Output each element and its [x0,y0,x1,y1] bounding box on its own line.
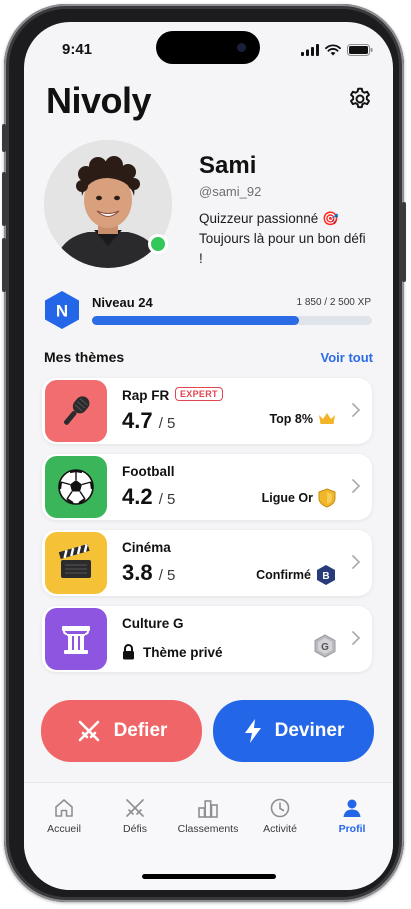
theme-card-football[interactable]: Football 4.2 / 5 Ligue Or [42,454,372,520]
guess-button-label: Deviner [274,720,345,741]
profile-name: Sami [199,152,257,179]
profile-avatar[interactable] [44,140,172,268]
theme-rank: Confirmé B [256,564,336,586]
phone-frame: 9:41 Nivoly Sami @sami_92 Quizzeur passi… [2,4,406,902]
mute-switch [2,124,6,152]
xp-progress-fill [92,316,300,325]
xp-counter: 1 850 / 2 500 XP [296,297,371,308]
theme-score: 4.2 / 5 [122,484,176,509]
crossed-swords-icon [126,799,144,817]
podium-icon [198,800,218,818]
profile-handle: @sami_92 [199,184,262,199]
grey-hexagon-icon: G [314,634,336,658]
profile-bio: Quizzeur passionné 🎯 Toujours là pour un… [199,211,366,266]
level-label: Niveau 24 [92,295,153,310]
theme-card-cinema[interactable]: Cinéma 3.8 / 5 Confirmé B [42,530,372,596]
chevron-right-icon [352,631,360,645]
see-all-link[interactable]: Voir tout [321,350,373,365]
clapperboard-icon [45,532,107,594]
tab-defis[interactable]: Défis [100,797,170,835]
gold-shield-icon [318,488,336,508]
svg-text:B: B [322,571,329,582]
guess-button[interactable]: Deviner [213,700,374,762]
theme-score: 3.8 / 5 [122,560,176,585]
status-icons [301,44,373,56]
tab-profil[interactable]: Profil [317,797,387,835]
theme-score: 4.7 / 5 [122,408,176,433]
theme-card-culture-g[interactable]: Culture G Thème privé G [42,606,372,672]
volume-up-button [2,172,6,226]
lock-icon [123,644,134,660]
theme-card-rap-fr[interactable]: Rap FR EXPERT 4.7 / 5 Top 8% [42,378,372,444]
settings-gear-icon[interactable] [347,86,373,112]
app-title: Nivoly [46,80,152,121]
clock-icon [270,798,290,818]
pillar-icon [45,608,107,670]
chevron-right-icon [352,403,360,417]
theme-name: Culture G [122,616,184,631]
tab-accueil[interactable]: Accueil [29,797,99,835]
wifi-icon [325,44,341,56]
app-screen: 9:41 Nivoly Sami @sami_92 Quizzeur passi… [24,22,393,890]
dynamic-island [156,31,260,64]
level-badge-letter: N [56,302,68,321]
lightning-icon [244,719,261,743]
crown-icon [319,413,335,424]
defy-button-label: Defier [113,720,168,741]
tab-activite[interactable]: Activité [245,797,315,835]
microphone-icon [45,380,107,442]
theme-rank: Ligue Or [262,488,336,508]
home-icon [55,799,73,817]
signal-icon [301,44,319,56]
home-indicator [142,874,276,879]
power-button [402,202,406,282]
level-hexagon-icon: N [45,291,79,329]
person-icon [343,799,361,817]
theme-name: Football [122,464,175,479]
status-bar: 9:41 [24,22,393,72]
defy-button[interactable]: Defier [41,700,202,762]
soccer-ball-icon [45,456,107,518]
status-time: 9:41 [62,41,93,58]
themes-section-title: Mes thèmes [44,349,125,365]
online-status-dot [148,234,168,254]
hexagon-badge-icon: B [317,565,335,585]
battery-icon [347,44,373,56]
crossed-swords-icon [78,720,99,742]
expert-tag: EXPERT [175,387,223,401]
chevron-right-icon [352,479,360,493]
chevron-right-icon [352,555,360,569]
theme-name: Cinéma [122,540,171,555]
theme-name: Rap FR [122,388,170,403]
svg-text:G: G [321,642,329,653]
volume-down-button [2,238,6,292]
private-theme-label: Thème privé [122,644,223,660]
theme-rank: Top 8% [269,412,336,426]
xp-progress-bar [92,316,372,325]
tab-classements[interactable]: Classements [173,797,243,835]
